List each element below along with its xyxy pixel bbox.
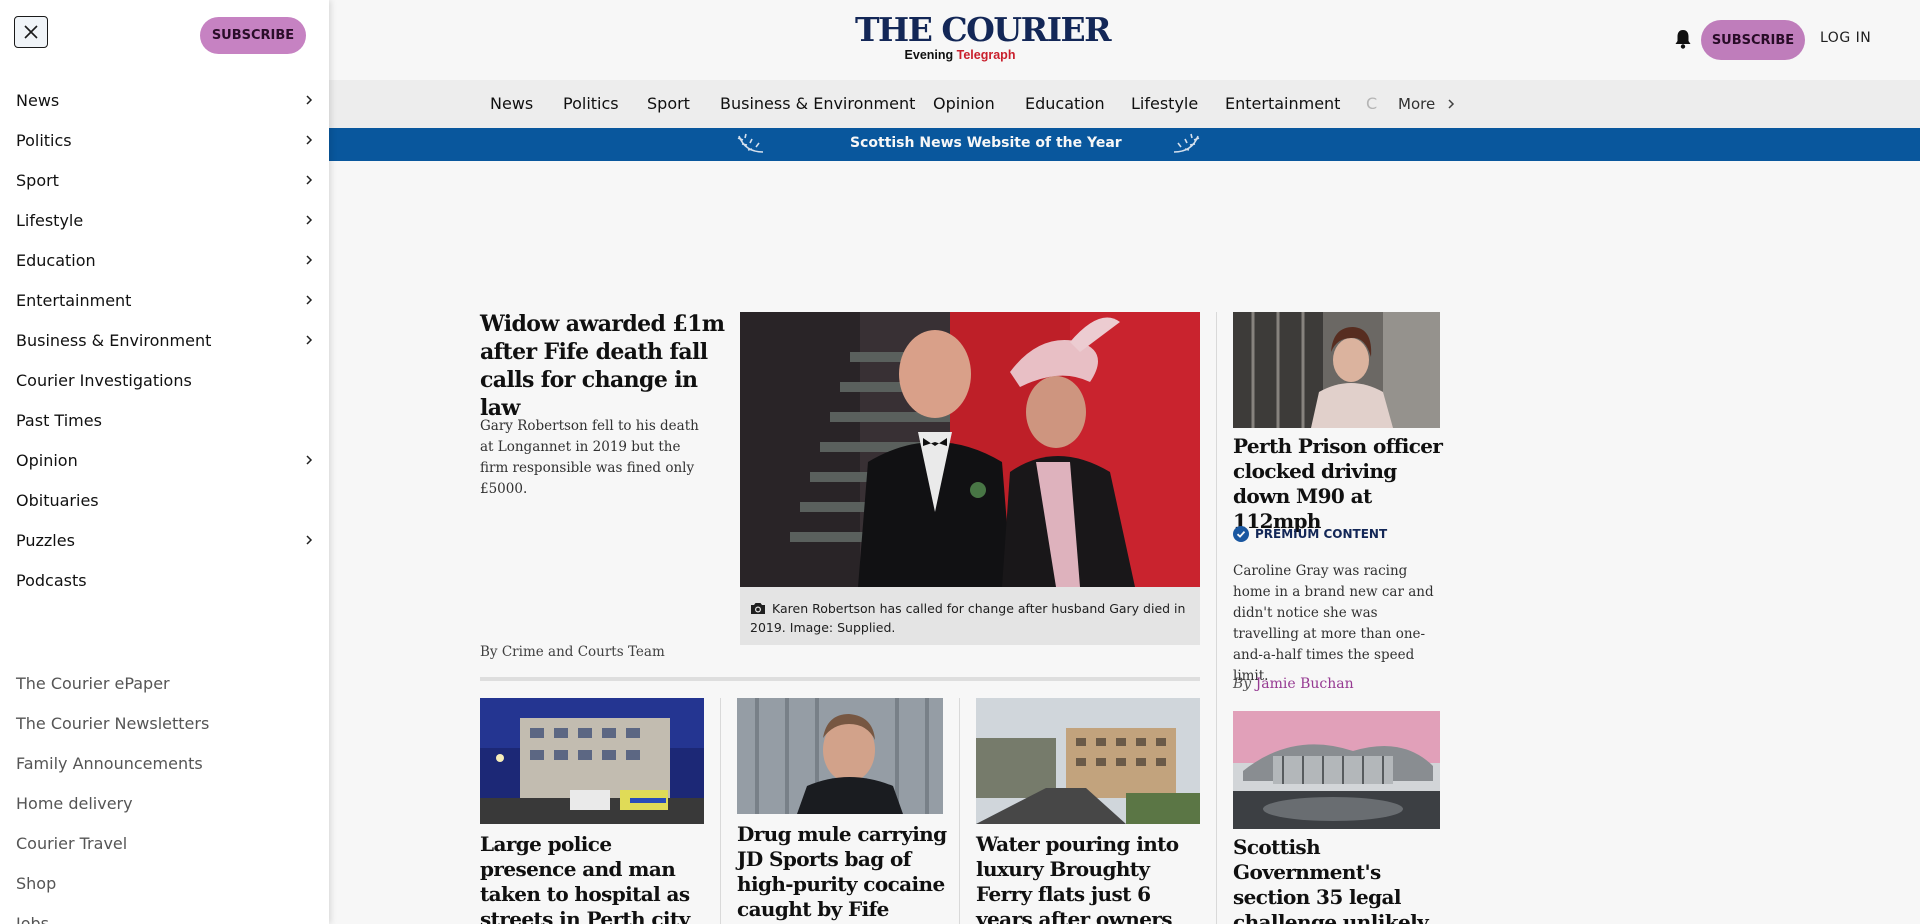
drawer-menu-item[interactable]: Education xyxy=(16,245,314,275)
drawer-secondary-link[interactable]: Family Announcements xyxy=(16,754,203,773)
drawer-menu-item[interactable]: Puzzles xyxy=(16,525,314,555)
drawer-menu-label: Lifestyle xyxy=(16,210,84,230)
chevron-right-icon[interactable] xyxy=(304,134,314,146)
drawer-menu-label: Business & Environment xyxy=(16,330,212,350)
side-menu-drawer: SUBSCRIBE News Politics Sport Lifestyle Educ… xyxy=(0,0,329,924)
close-icon xyxy=(24,25,38,39)
drawer-menu-item[interactable]: Lifestyle xyxy=(16,205,314,235)
drawer-menu-label: Puzzles xyxy=(16,530,75,550)
drawer-menu-item[interactable]: News xyxy=(16,85,314,115)
drawer-menu-item[interactable]: Entertainment xyxy=(16,285,314,315)
drawer-menu-label: Past Times xyxy=(16,410,102,430)
drawer-secondary-link[interactable]: Shop xyxy=(16,874,56,893)
drawer-backdrop[interactable] xyxy=(329,0,1920,924)
chevron-right-icon[interactable] xyxy=(304,254,314,266)
drawer-secondary-link[interactable]: Home delivery xyxy=(16,794,133,813)
drawer-menu-label: Entertainment xyxy=(16,290,132,310)
drawer-menu-label: Sport xyxy=(16,170,59,190)
drawer-menu-item[interactable]: Politics xyxy=(16,125,314,155)
drawer-secondary-link[interactable]: The Courier ePaper xyxy=(16,674,170,693)
close-menu-button[interactable] xyxy=(14,16,48,48)
drawer-menu-label: Politics xyxy=(16,130,72,150)
drawer-menu-label: Podcasts xyxy=(16,570,87,590)
drawer-menu-item[interactable]: Business & Environment xyxy=(16,325,314,355)
drawer-secondary-link[interactable]: Courier Travel xyxy=(16,834,127,853)
drawer-menu-item[interactable]: Obituaries xyxy=(16,485,314,515)
drawer-secondary-link[interactable]: Jobs xyxy=(16,914,49,924)
chevron-right-icon[interactable] xyxy=(304,94,314,106)
drawer-menu-label: Obituaries xyxy=(16,490,99,510)
drawer-menu-label: Opinion xyxy=(16,450,78,470)
chevron-right-icon[interactable] xyxy=(304,454,314,466)
chevron-right-icon[interactable] xyxy=(304,214,314,226)
drawer-menu-item[interactable]: Past Times xyxy=(16,405,314,435)
drawer-menu-label: Education xyxy=(16,250,96,270)
chevron-right-icon[interactable] xyxy=(304,174,314,186)
drawer-menu-item[interactable]: Courier Investigations xyxy=(16,365,314,395)
drawer-subscribe-button[interactable]: SUBSCRIBE xyxy=(200,17,306,54)
drawer-menu-item[interactable]: Opinion xyxy=(16,445,314,475)
chevron-right-icon[interactable] xyxy=(304,294,314,306)
drawer-menu-item[interactable]: Sport xyxy=(16,165,314,195)
drawer-menu-label: Courier Investigations xyxy=(16,370,192,390)
drawer-menu-label: News xyxy=(16,90,60,110)
chevron-right-icon[interactable] xyxy=(304,334,314,346)
chevron-right-icon[interactable] xyxy=(304,534,314,546)
drawer-secondary-link[interactable]: The Courier Newsletters xyxy=(16,714,209,733)
drawer-menu-item[interactable]: Podcasts xyxy=(16,565,314,595)
